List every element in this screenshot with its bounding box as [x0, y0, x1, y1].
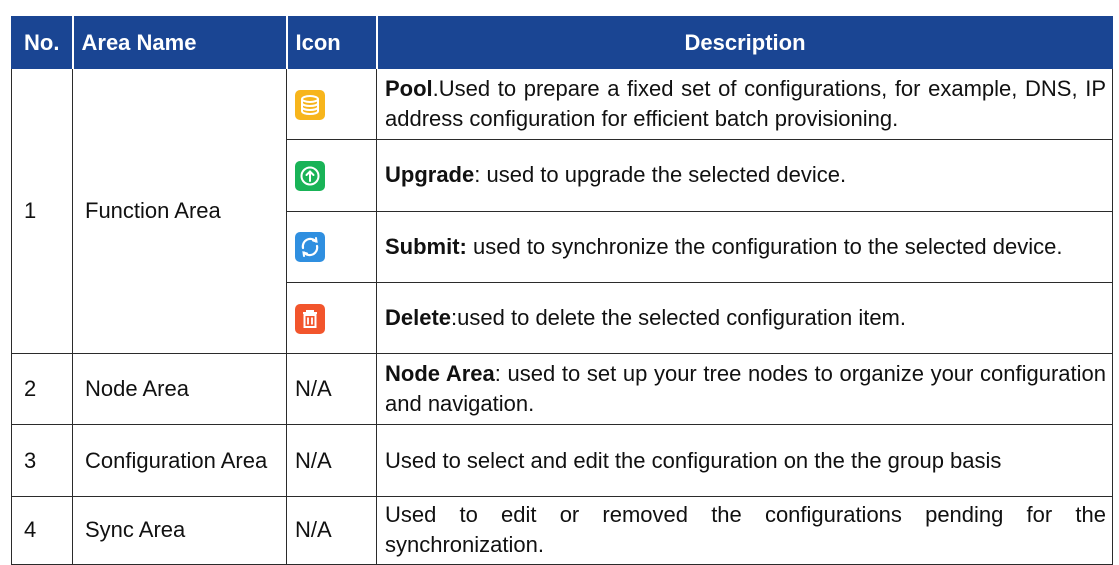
table-row: 4 Sync Area N/A Used to edit or removed … — [11, 495, 1113, 565]
description-node-area: Node Area: used to set up your tree node… — [376, 353, 1113, 426]
description-sync-area: Used to edit or removed the configuratio… — [376, 495, 1113, 565]
icon-cell — [286, 281, 377, 355]
icon-cell: N/A — [286, 353, 377, 426]
area-name: Sync Area — [72, 495, 287, 565]
header-description: Description — [376, 16, 1113, 69]
upgrade-arrow-icon — [295, 161, 325, 192]
function-area-table: No. Area Name Icon Description 1 Functio… — [11, 16, 1113, 565]
icon-cell: N/A — [286, 495, 377, 565]
table-row: 2 Node Area N/A Node Area: used to set u… — [11, 353, 1113, 426]
description-configuration-area: Used to select and edit the configuratio… — [376, 424, 1113, 497]
header-area-name: Area Name — [72, 16, 288, 69]
area-name: Function Area — [72, 67, 287, 355]
header-no: No. — [11, 16, 74, 69]
area-name: Node Area — [72, 353, 287, 426]
description-submit: Submit: used to synchronize the configur… — [376, 210, 1113, 283]
sync-icon — [295, 232, 325, 263]
table-row: 3 Configuration Area N/A Used to select … — [11, 424, 1113, 497]
trash-icon — [295, 303, 325, 334]
header-icon: Icon — [286, 16, 378, 69]
icon-cell — [286, 210, 377, 283]
area-name: Configuration Area — [72, 424, 287, 497]
header-row: No. Area Name Icon Description — [11, 16, 1113, 69]
database-icon — [295, 89, 325, 120]
icon-cell — [286, 139, 377, 212]
row-number: 2 — [11, 353, 73, 426]
icon-cell — [286, 67, 377, 141]
description-pool: Pool.Used to prepare a fixed set of conf… — [376, 67, 1113, 141]
description-upgrade: Upgrade: used to upgrade the selected de… — [376, 139, 1113, 212]
row-number: 1 — [11, 67, 73, 355]
description-delete: Delete:used to delete the selected confi… — [376, 281, 1113, 355]
icon-cell: N/A — [286, 424, 377, 497]
row-number: 3 — [11, 424, 73, 497]
row-number: 4 — [11, 495, 73, 565]
table-row: 1 Function Area Pool.Used to prepare a f… — [11, 67, 1113, 355]
